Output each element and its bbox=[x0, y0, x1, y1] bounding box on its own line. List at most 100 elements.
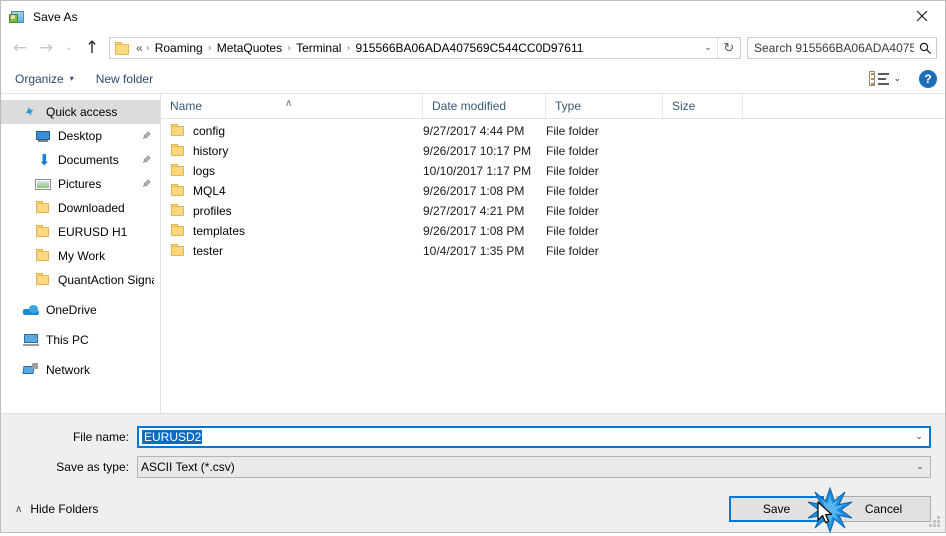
file-name-cell: profiles bbox=[161, 203, 423, 219]
sidebar-item-my-work[interactable]: My Work bbox=[1, 244, 160, 268]
search-box[interactable]: Search 915566BA06ADA40756... bbox=[747, 37, 937, 59]
breadcrumb-item-roaming[interactable]: Roaming bbox=[152, 40, 206, 56]
sidebar-item-quick-access[interactable]: ✦ Quick access bbox=[1, 100, 160, 124]
back-button[interactable]: ← bbox=[7, 35, 33, 61]
address-dropdown-button[interactable]: ⌄ bbox=[699, 43, 717, 53]
breadcrumb-overflow[interactable]: « bbox=[135, 40, 144, 56]
search-input[interactable]: Search 915566BA06ADA40756... bbox=[748, 41, 914, 55]
forward-button[interactable]: → bbox=[33, 35, 59, 61]
sidebar-item-network[interactable]: Network bbox=[1, 358, 160, 382]
pin-icon[interactable] bbox=[140, 130, 154, 143]
file-type-cell: File folder bbox=[546, 224, 599, 238]
folder-icon bbox=[35, 272, 51, 288]
folder-icon bbox=[170, 163, 186, 179]
up-button[interactable]: ↑ bbox=[79, 35, 105, 61]
command-toolbar: Organize ▾ New folder ⌄ ? bbox=[1, 64, 945, 94]
table-row[interactable]: config 9/27/2017 4:44 PM File folder bbox=[161, 121, 945, 141]
column-header-size[interactable]: Size bbox=[663, 94, 743, 118]
file-name-label: templates bbox=[193, 224, 246, 238]
cloud-icon bbox=[23, 302, 39, 318]
table-row[interactable]: MQL4 9/26/2017 1:08 PM File folder bbox=[161, 181, 945, 201]
file-date-cell: 9/26/2017 1:08 PM bbox=[423, 224, 525, 238]
sidebar-item-label: QuantAction Signal bbox=[58, 273, 154, 287]
file-name-value[interactable]: EURUSD2 bbox=[139, 430, 909, 444]
column-header-name[interactable]: Name ∧ bbox=[161, 94, 423, 118]
recent-locations-button[interactable]: ⌄ bbox=[59, 35, 79, 61]
close-button[interactable] bbox=[899, 1, 945, 31]
up-arrow-icon: ↑ bbox=[84, 37, 100, 58]
file-date-cell: 10/4/2017 1:35 PM bbox=[423, 244, 525, 258]
sidebar-item-downloaded[interactable]: Downloaded bbox=[1, 196, 160, 220]
save-button[interactable]: Save bbox=[729, 496, 824, 522]
cancel-button[interactable]: Cancel bbox=[836, 496, 931, 522]
column-header-date-modified[interactable]: Date modified bbox=[423, 94, 546, 118]
table-row[interactable]: tester 10/4/2017 1:35 PM File folder bbox=[161, 241, 945, 261]
file-name-label: MQL4 bbox=[193, 184, 226, 198]
resize-grip[interactable] bbox=[928, 516, 941, 529]
breadcrumb-item-terminal[interactable]: Terminal bbox=[293, 40, 344, 56]
chevron-down-icon[interactable]: ⌄ bbox=[909, 432, 929, 442]
view-options-dropdown[interactable]: ⌄ bbox=[893, 74, 901, 84]
breadcrumb-separator: › bbox=[207, 42, 212, 54]
refresh-button[interactable]: ↻ bbox=[717, 38, 740, 58]
file-type-cell: File folder bbox=[546, 204, 599, 218]
close-icon bbox=[916, 10, 928, 22]
sidebar-item-desktop[interactable]: Desktop bbox=[1, 124, 160, 148]
save-as-type-select[interactable]: ASCII Text (*.csv) ⌄ bbox=[137, 456, 931, 478]
file-type-cell: File folder bbox=[546, 144, 599, 158]
sidebar-item-label: Pictures bbox=[58, 177, 102, 191]
file-name-label: tester bbox=[193, 244, 224, 258]
sidebar-item-onedrive[interactable]: OneDrive bbox=[1, 298, 160, 322]
sidebar-item-this-pc[interactable]: This PC bbox=[1, 328, 160, 352]
help-label: ? bbox=[924, 71, 932, 86]
breadcrumb-item-metaquotes[interactable]: MetaQuotes bbox=[214, 40, 285, 56]
breadcrumb-item-current-folder[interactable]: 915566BA06ADA407569C544CC0D97611 bbox=[352, 40, 586, 56]
file-name-label: config bbox=[193, 124, 226, 138]
table-row[interactable]: templates 9/26/2017 1:08 PM File folder bbox=[161, 221, 945, 241]
pin-icon[interactable] bbox=[140, 154, 154, 167]
file-date-cell: 9/27/2017 4:21 PM bbox=[423, 204, 525, 218]
file-name-cell: tester bbox=[161, 243, 423, 259]
file-name-cell: templates bbox=[161, 223, 423, 239]
save-form: File name: EURUSD2 ⌄ Save as type: ASCII… bbox=[1, 413, 945, 486]
column-header-filler bbox=[743, 94, 945, 118]
table-row[interactable]: profiles 9/27/2017 4:21 PM File folder bbox=[161, 201, 945, 221]
sidebar-item-quantaction-signal[interactable]: QuantAction Signal bbox=[1, 268, 160, 292]
save-as-dialog: Save As ← → ⌄ ↑ « › Roaming › MetaQuotes… bbox=[0, 0, 946, 534]
file-name-cell: config bbox=[161, 123, 423, 139]
file-date-cell: 10/10/2017 1:17 PM bbox=[423, 164, 532, 178]
save-as-type-value: ASCII Text (*.csv) bbox=[141, 460, 235, 474]
table-row[interactable]: history 9/26/2017 10:17 PM File folder bbox=[161, 141, 945, 161]
sidebar-item-eurusd-h1[interactable]: EURUSD H1 bbox=[1, 220, 160, 244]
table-row[interactable]: logs 10/10/2017 1:17 PM File folder bbox=[161, 161, 945, 181]
window-title: Save As bbox=[33, 9, 78, 24]
organize-button[interactable]: Organize ▾ bbox=[15, 72, 74, 86]
folder-icon bbox=[35, 224, 51, 240]
address-bar[interactable]: « › Roaming › MetaQuotes › Terminal › 91… bbox=[109, 37, 741, 59]
sidebar-item-label: My Work bbox=[58, 249, 106, 263]
pin-icon[interactable] bbox=[140, 178, 154, 191]
sidebar-item-documents[interactable]: ⬇ Documents bbox=[1, 148, 160, 172]
navigation-bar: ← → ⌄ ↑ « › Roaming › MetaQuotes › Termi… bbox=[1, 32, 945, 64]
new-folder-button[interactable]: New folder bbox=[96, 72, 153, 86]
file-name-input[interactable]: EURUSD2 ⌄ bbox=[137, 426, 931, 448]
chevron-up-icon: ∧ bbox=[15, 503, 23, 515]
chevron-down-icon: ▾ bbox=[69, 74, 74, 83]
view-options-icon[interactable] bbox=[869, 70, 891, 88]
chevron-down-icon[interactable]: ⌄ bbox=[910, 462, 930, 472]
folder-icon bbox=[170, 183, 186, 199]
forward-arrow-icon: → bbox=[38, 37, 54, 58]
navigation-sidebar: ✦ Quick access Desktop ⬇ Documents Pictu… bbox=[1, 94, 161, 413]
computer-icon bbox=[23, 332, 39, 348]
breadcrumb-separator: › bbox=[145, 42, 150, 54]
monitor-icon bbox=[35, 128, 51, 144]
folder-icon bbox=[170, 243, 186, 259]
help-icon[interactable]: ? bbox=[919, 69, 937, 88]
column-header-type[interactable]: Type bbox=[546, 94, 663, 118]
hide-folders-button[interactable]: ∧ Hide Folders bbox=[15, 502, 98, 516]
network-icon bbox=[22, 362, 39, 378]
dialog-footer: ∧ Hide Folders Save Cancel bbox=[1, 486, 945, 532]
title-bar: Save As bbox=[1, 1, 945, 32]
column-header-row: Name ∧ Date modified Type Size bbox=[161, 94, 945, 119]
sidebar-item-pictures[interactable]: Pictures bbox=[1, 172, 160, 196]
